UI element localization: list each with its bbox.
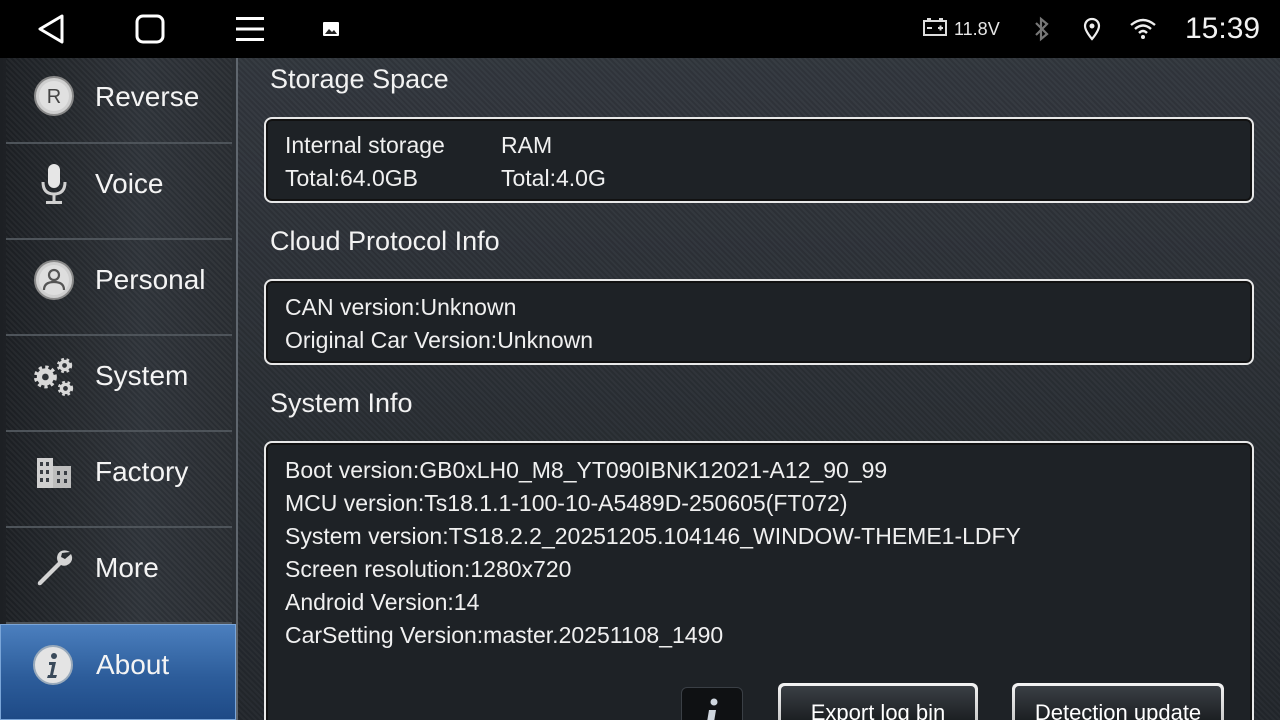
- battery-icon: [922, 17, 948, 42]
- sidebar-item-label: System: [95, 360, 189, 391]
- sidebar-item-factory[interactable]: Factory: [6, 432, 232, 528]
- storage-panel: Internal storage Total:64.0GB RAM Total:…: [264, 117, 1254, 203]
- cloud-section-title: Cloud Protocol Info: [270, 226, 500, 256]
- voltage-label: 11.8V: [954, 18, 1000, 39]
- image-icon: [311, 10, 351, 48]
- can-version: CAN version:Unknown: [285, 294, 517, 320]
- mcu-version: MCU version:Ts18.1.1-100-10-A5489D-25060…: [285, 490, 848, 516]
- clock: 15:39: [1185, 12, 1261, 45]
- sidebar-item-label: More: [95, 552, 159, 583]
- sidebar-item-about[interactable]: About: [0, 624, 236, 720]
- factory-icon: [32, 450, 76, 494]
- sidebar-item-voice[interactable]: Voice: [6, 144, 232, 240]
- sidebar-item-more[interactable]: More: [6, 528, 232, 624]
- sidebar-item-label: Voice: [95, 168, 164, 199]
- export-log-button[interactable]: Export log bin: [778, 683, 978, 720]
- storage-section-title: Storage Space: [270, 64, 449, 94]
- sidebar-item-label: Factory: [95, 456, 189, 487]
- internal-storage-label: Internal storage: [285, 132, 445, 158]
- carsetting-version: CarSetting Version:master.20251108_1490: [285, 622, 724, 648]
- system-version: System version:TS18.2.2_20251205.104146_…: [285, 523, 1021, 549]
- person-icon: [32, 258, 76, 302]
- sidebar-item-personal[interactable]: Personal: [6, 240, 232, 336]
- sidebar-item-label: About: [96, 649, 170, 680]
- export-log-label: Export log bin: [781, 686, 975, 720]
- sidebar-item-label: Reverse: [95, 81, 200, 112]
- system-info-section-title: System Info: [270, 388, 413, 418]
- detection-update-button[interactable]: Detection update: [1012, 683, 1224, 720]
- microphone-icon: [32, 162, 76, 206]
- menu-icon[interactable]: [230, 10, 270, 48]
- screen-resolution: Screen resolution:1280x720: [285, 556, 572, 582]
- svg-text:R: R: [47, 86, 61, 108]
- system-info-panel: Boot version:GB0xLH0_M8_YT090IBNK12021-A…: [264, 441, 1254, 720]
- info-icon: [31, 643, 75, 687]
- ram-total: Total:4.0G: [501, 165, 606, 191]
- back-icon[interactable]: [31, 10, 71, 48]
- wrench-icon: [32, 546, 76, 590]
- sidebar: R Reverse Voice Personal System Factory: [0, 58, 238, 720]
- bluetooth-icon: [1033, 0, 1051, 58]
- internal-storage-total: Total:64.0GB: [285, 165, 418, 191]
- location-icon: [1083, 0, 1101, 58]
- boot-version: Boot version:GB0xLH0_M8_YT090IBNK12021-A…: [285, 457, 888, 483]
- home-icon[interactable]: [130, 10, 170, 48]
- wifi-icon: [1129, 0, 1157, 58]
- battery-voltage: 11.8V: [922, 0, 1000, 58]
- status-bar: 11.8V 15:39: [0, 0, 1280, 58]
- original-car-version: Original Car Version:Unknown: [285, 327, 594, 353]
- cloud-panel: CAN version:Unknown Original Car Version…: [264, 279, 1254, 365]
- sidebar-item-reverse[interactable]: R Reverse: [6, 58, 232, 144]
- gears-icon: [32, 354, 76, 398]
- info-button[interactable]: [681, 687, 743, 720]
- android-version: Android Version:14: [285, 589, 480, 615]
- sidebar-item-label: Personal: [95, 264, 206, 295]
- detection-update-label: Detection update: [1015, 686, 1221, 720]
- ram-label: RAM: [501, 132, 553, 158]
- sidebar-item-system[interactable]: System: [6, 336, 232, 432]
- reverse-icon: R: [32, 74, 76, 118]
